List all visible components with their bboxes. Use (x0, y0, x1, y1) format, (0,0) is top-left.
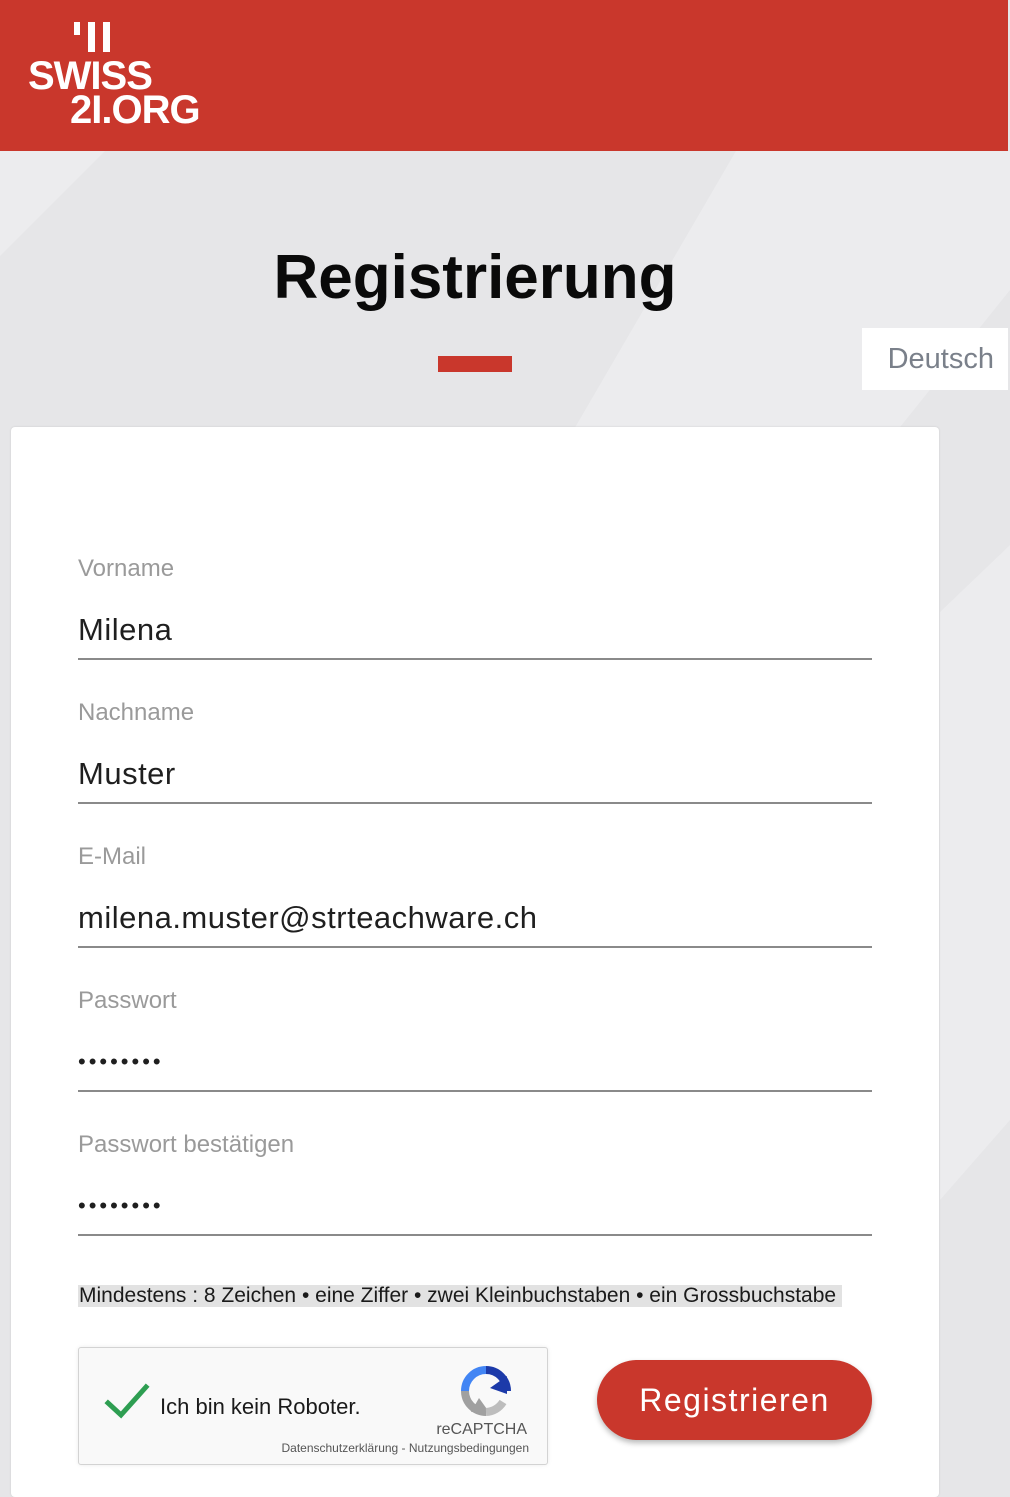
register-button[interactable]: Registrieren (597, 1360, 872, 1440)
email-input[interactable] (78, 890, 872, 948)
registration-card: Vorname Nachname E-Mail Passwort Passwor… (11, 427, 939, 1497)
recaptcha-widget: Ich bin kein Roboter. reCAPTCHA Datensch… (78, 1347, 548, 1465)
link-separator: - (398, 1441, 409, 1455)
title-accent-bar (438, 356, 512, 372)
firstname-label: Vorname (78, 555, 175, 582)
checkmark-icon[interactable] (103, 1382, 151, 1422)
confirm-password-label: Passwort bestätigen (78, 1131, 295, 1158)
terms-link[interactable]: Nutzungsbedingungen (409, 1441, 529, 1455)
lastname-label: Nachname (78, 699, 195, 726)
page-title: Registrierung (273, 243, 677, 312)
lastname-input[interactable] (78, 746, 872, 804)
firstname-input[interactable] (78, 602, 872, 660)
recaptcha-label: Ich bin kein Roboter. (160, 1394, 361, 1419)
logo-mark (74, 22, 134, 54)
confirm-password-input[interactable] (78, 1178, 872, 1236)
logo-text-line2: 2I.ORG (70, 88, 201, 132)
recaptcha-links: Datenschutzerklärung - Nutzungsbedingung… (229, 1440, 529, 1456)
password-field: Passwort (78, 986, 872, 1110)
password-requirements-hint: Mindestens : 8 Zeichen • eine Ziffer • z… (78, 1285, 843, 1307)
language-selector[interactable]: Deutsch (862, 328, 1008, 390)
site-header: SWISS 2I.ORG (0, 0, 1008, 151)
firstname-field: Vorname (78, 554, 872, 678)
swiss2i-logo[interactable]: SWISS 2I.ORG (28, 20, 228, 130)
recaptcha-brand: reCAPTCHA (436, 1421, 527, 1438)
password-input[interactable] (78, 1034, 872, 1092)
confirm-password-field: Passwort bestätigen (78, 1130, 872, 1254)
email-field: E-Mail (78, 842, 872, 966)
privacy-link[interactable]: Datenschutzerklärung (281, 1441, 398, 1455)
recaptcha-logo-icon (461, 1366, 511, 1416)
password-label: Passwort (78, 987, 177, 1014)
email-label: E-Mail (78, 843, 147, 870)
lastname-field: Nachname (78, 698, 872, 822)
